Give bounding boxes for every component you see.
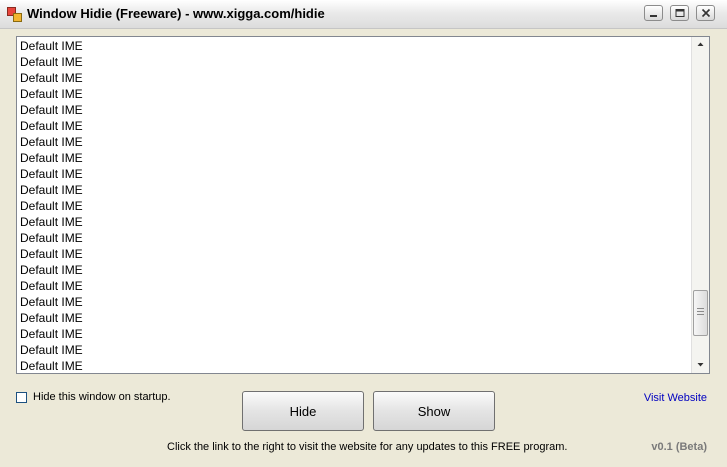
list-item[interactable]: Default IME [20, 278, 83, 294]
list-item[interactable]: Default IME [20, 262, 83, 278]
hide-on-startup-label[interactable]: Hide this window on startup. [33, 391, 171, 403]
hide-on-startup-checkbox[interactable] [16, 392, 27, 403]
maximize-icon [675, 9, 685, 17]
show-button[interactable]: Show [373, 391, 495, 431]
list-item[interactable]: Default IME [20, 86, 83, 102]
vertical-scrollbar[interactable] [691, 37, 709, 373]
list-item[interactable]: Default IME [20, 358, 83, 373]
list-item[interactable]: Default IME [20, 342, 83, 358]
list-item[interactable]: Default IME [20, 150, 83, 166]
scroll-up-icon [697, 42, 704, 46]
window-list[interactable]: Default IME Default IME Default IME Default… [16, 36, 710, 374]
window-list-items: Default IME Default IME Default IME Default… [20, 38, 83, 373]
app-icon[interactable] [7, 7, 22, 22]
scroll-up-button[interactable] [692, 37, 709, 53]
scroll-down-icon [697, 363, 704, 367]
list-item[interactable]: Default IME [20, 246, 83, 262]
close-button[interactable] [696, 5, 715, 21]
update-hint: Click the link to the right to visit the… [167, 441, 568, 453]
maximize-button[interactable] [670, 5, 689, 21]
list-item[interactable]: Default IME [20, 166, 83, 182]
visit-website-link[interactable]: Visit Website [644, 392, 707, 404]
scroll-down-button[interactable] [692, 357, 709, 373]
list-item[interactable]: Default IME [20, 214, 83, 230]
list-item[interactable]: Default IME [20, 182, 83, 198]
list-item[interactable]: Default IME [20, 38, 83, 54]
list-item[interactable]: Default IME [20, 118, 83, 134]
minimize-button[interactable] [644, 5, 663, 21]
list-item[interactable]: Default IME [20, 230, 83, 246]
version-label: v0.1 (Beta) [651, 441, 707, 453]
list-item[interactable]: Default IME [20, 70, 83, 86]
list-item[interactable]: Default IME [20, 294, 83, 310]
list-item[interactable]: Default IME [20, 102, 83, 118]
scroll-thumb[interactable] [693, 290, 708, 336]
list-item[interactable]: Default IME [20, 54, 83, 70]
hide-button[interactable]: Hide [242, 391, 364, 431]
list-item[interactable]: Default IME [20, 198, 83, 214]
window-title: Window Hidie (Freeware) - www.xigga.com/… [27, 6, 325, 21]
list-item[interactable]: Default IME [20, 134, 83, 150]
close-icon [701, 8, 711, 18]
list-item[interactable]: Default IME [20, 326, 83, 342]
list-item[interactable]: Default IME [20, 310, 83, 326]
title-bar[interactable]: Window Hidie (Freeware) - www.xigga.com/… [0, 0, 727, 29]
minimize-icon [650, 15, 657, 17]
main-window: Window Hidie (Freeware) - www.xigga.com/… [0, 0, 727, 467]
